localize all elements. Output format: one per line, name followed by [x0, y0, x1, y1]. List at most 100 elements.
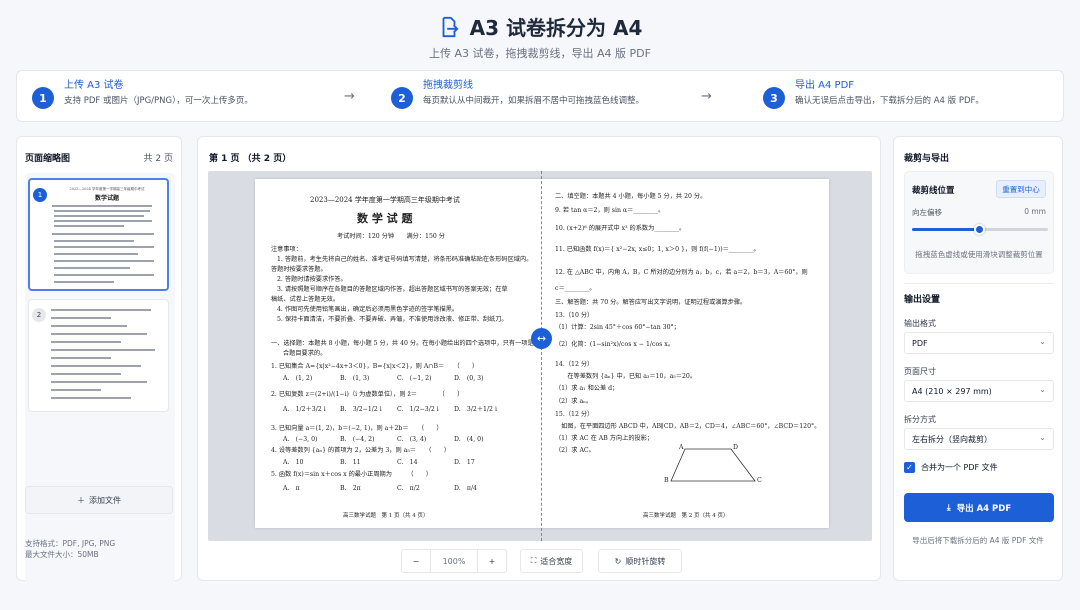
app-header: A3 试卷拆分为 A4 上传 A3 试卷，拖拽裁剪线，导出 A4 版 PDF	[0, 0, 1080, 66]
size-select[interactable]: A4 (210 × 297 mm) ⌄	[904, 380, 1054, 402]
thumbnail-text-line	[51, 309, 151, 311]
thumbnail-text-line	[51, 357, 111, 359]
question-14c: （2）求 aₙ。	[555, 398, 593, 405]
step-2: 2 拖拽裁剪线 每页默认从中间裁开，如果拆眉不居中可拖拽蓝色线调整。	[391, 79, 644, 109]
app-frame: A3 试卷拆分为 A4 上传 A3 试卷，拖拽裁剪线，导出 A4 版 PDF 1…	[0, 0, 1080, 610]
option: C. (3, 4)	[397, 436, 427, 443]
vertex-c: C	[757, 477, 762, 484]
option: B. 2π	[340, 485, 361, 492]
zoom-toolbar: − 100% +	[401, 549, 507, 573]
option: D. 17	[454, 459, 475, 466]
thumbnail-text-line	[54, 210, 150, 212]
zoom-in-button[interactable]: +	[477, 549, 507, 573]
thumbnail-title: 数学试题	[94, 195, 119, 202]
add-file-button[interactable]: ＋ 添加文件	[25, 486, 173, 514]
section-1: 一、选择题：本题共 8 小题，每小题 5 分，共 40 分。在每小题给出的四个选…	[271, 340, 540, 347]
note-line: 1. 答题前，考生先将自己的姓名、准考证号码填写清楚，将条形码准确粘贴在条形码区…	[277, 256, 533, 263]
zoom-level: 100%	[431, 549, 477, 573]
option: A. π	[283, 485, 300, 492]
question-12b: c＝________。	[555, 285, 596, 292]
rotate-button[interactable]: ↻ 顺时针旋转	[598, 549, 682, 573]
zoom-out-button[interactable]: −	[401, 549, 431, 573]
question-5: 5. 函数 f(x)＝sin x＋cos x 的最小正周期为 （ ）	[271, 471, 433, 478]
option: A. 10	[283, 459, 304, 466]
recenter-button[interactable]: 重置到中心	[996, 180, 1046, 198]
question-15a: 如图，在平面四边形 ABCD 中，AB∥CD，AB＝2，CD＝4，∠ABC＝60…	[555, 423, 821, 430]
thumbnail-text-line	[54, 225, 124, 227]
thumbnail-panel: 页面缩略图 共 2 页 1 2023—2024 学年度第一学期高三年级期中考试 …	[16, 136, 182, 583]
plus-icon: ＋	[77, 495, 85, 505]
divider	[904, 283, 1054, 284]
steps-bar: 1 上传 A3 试卷 支持 PDF 或图片（JPG/PNG），可一次上传多页。 …	[16, 70, 1064, 122]
offset-value: 0 mm	[1024, 207, 1046, 216]
step-3: 3 导出 A4 PDF 确认无误后点击导出，下载拆分后的 A4 版 PDF。	[763, 79, 984, 109]
option: A. 1/2＋3/2 i	[283, 406, 326, 413]
thumbnail-page-1[interactable]: 1 2023—2024 学年度第一学期高三年级期中考试 数学试题	[28, 178, 169, 291]
thumbnail-text-line	[51, 373, 121, 375]
thumbnail-header: 页面缩略图	[25, 154, 71, 164]
thumbnail-page-2[interactable]: 2	[28, 299, 169, 412]
download-icon: ⤓	[946, 502, 951, 513]
thumbnail-text-line	[51, 397, 131, 399]
option: B. (−4, 2)	[340, 436, 375, 443]
option: C. π/2	[397, 485, 420, 492]
step-desc: 确认无误后点击导出，下载拆分后的 A4 版 PDF。	[795, 96, 984, 106]
option: A. (−3, 0)	[283, 436, 318, 443]
thumbnail-text-line	[54, 274, 154, 276]
option: C. (−1, 2)	[397, 375, 432, 382]
thumbnail-list[interactable]: 1 2023—2024 学年度第一学期高三年级期中考试 数学试题 2	[25, 173, 175, 583]
note-line: 2. 答题时请按要求作答。	[277, 276, 347, 283]
format-select[interactable]: PDF ⌄	[904, 332, 1054, 354]
format-label: 输出格式	[904, 319, 936, 328]
output-settings-title: 输出设置	[904, 295, 941, 305]
question-15b: （1）求 AC 在 AB 方向上的投影；	[555, 435, 654, 442]
vertex-b: B	[664, 477, 669, 484]
option: B. (1, 3)	[340, 375, 370, 382]
cut-hint: 拖拽蓝色虚线或使用滑块调整裁剪位置	[915, 250, 1043, 259]
question-4: 4. 设等差数列 {aₙ} 的首项为 2，公差为 3，则 a₅＝ （ ）	[271, 447, 451, 454]
rotate-icon: ↻	[614, 556, 622, 566]
thumbnail-text-line	[54, 240, 134, 242]
export-button[interactable]: ⤓ 导出 A4 PDF	[904, 493, 1054, 522]
question-14b: （1）求 a₁ 和公差 d；	[555, 385, 619, 392]
thumbnail-badge: 1	[33, 188, 47, 202]
fit-width-button[interactable]: ⛶ 适合宽度	[520, 549, 583, 573]
fit-width-label: 适合宽度	[540, 556, 573, 566]
drag-handle-icon[interactable]: ↔	[531, 328, 552, 349]
question-1: 1. 已知集合 A={x|x²−4x+3＜0}，B={x|x＜2}，则 A∩B＝…	[271, 363, 479, 370]
check-icon: ✓	[904, 462, 915, 473]
slider-knob[interactable]	[974, 224, 985, 235]
split-value: 左右拆分（竖向裁剪）	[912, 434, 992, 444]
option: C. 14	[397, 459, 418, 466]
section-3: 三、解答题：共 70 分。解答应写出文字说明，证明过程或演算步骤。	[555, 299, 747, 306]
cut-position-title: 裁剪线位置	[912, 186, 955, 196]
step-desc: 每页默认从中间裁开，如果拆眉不居中可拖拽蓝色线调整。	[423, 96, 645, 106]
split-select[interactable]: 左右拆分（竖向裁剪） ⌄	[904, 428, 1054, 450]
thumbnail-text-line	[51, 325, 127, 327]
thumbnail-text-line	[54, 253, 138, 255]
merge-checkbox[interactable]: ✓ 合并为一个 PDF 文件	[904, 462, 998, 473]
preview-canvas[interactable]: 2023—2024 学年度第一学期高三年级期中考试 数 学 试 题 考试时间：1…	[208, 171, 872, 541]
vertex-a: A	[679, 444, 684, 451]
exam-heading: 2023—2024 学年度第一学期高三年级期中考试	[310, 196, 460, 204]
fit-width-group: ⛶ 适合宽度	[520, 549, 583, 573]
page-footer-right: 高三数学试题 第 2 页（共 4 页）	[643, 513, 729, 519]
max-size-line: 最大文件大小：50MB	[25, 550, 99, 559]
offset-slider[interactable]	[912, 224, 1048, 235]
question-9: 9. 若 tan α＝2，则 sin α＝________。	[555, 207, 665, 214]
note-line: 稿纸、试卷上答题无效。	[271, 296, 340, 303]
settings-panel: 裁剪与导出 裁剪线位置 重置到中心 向左偏移 0 mm 拖拽蓝色虚线或使用滑块调…	[893, 136, 1063, 581]
question-13b: （2）化简：(1−sin²x)/cos x − 1/cos x。	[555, 341, 674, 348]
vertex-d-top: D	[733, 444, 738, 451]
rotate-label: 顺时针旋转	[625, 556, 666, 566]
export-label: 导出 A4 PDF	[956, 503, 1012, 514]
note-line: 4. 作图可先使用铅笔画出，确定后必须用黑色字迹的签字笔描黑。	[277, 306, 459, 313]
thumbnail-text-line	[54, 215, 144, 217]
question-13a: （1）计算：2sin 45°＋cos 60°−tan 30°；	[555, 324, 680, 331]
app-title: A3 试卷拆分为 A4	[469, 16, 643, 40]
cut-line[interactable]	[541, 171, 542, 541]
page-footer-left: 高三数学试题 第 1 页（共 4 页）	[343, 513, 429, 519]
exam-meta: 考试时间：120 分钟 满分：150 分	[337, 233, 445, 240]
question-11: 11. 已知函数 f(x)＝{ x²−2x, x≤0；1, x＞0 }，则 f(…	[555, 246, 760, 253]
thumbnail-text-line	[54, 260, 154, 262]
